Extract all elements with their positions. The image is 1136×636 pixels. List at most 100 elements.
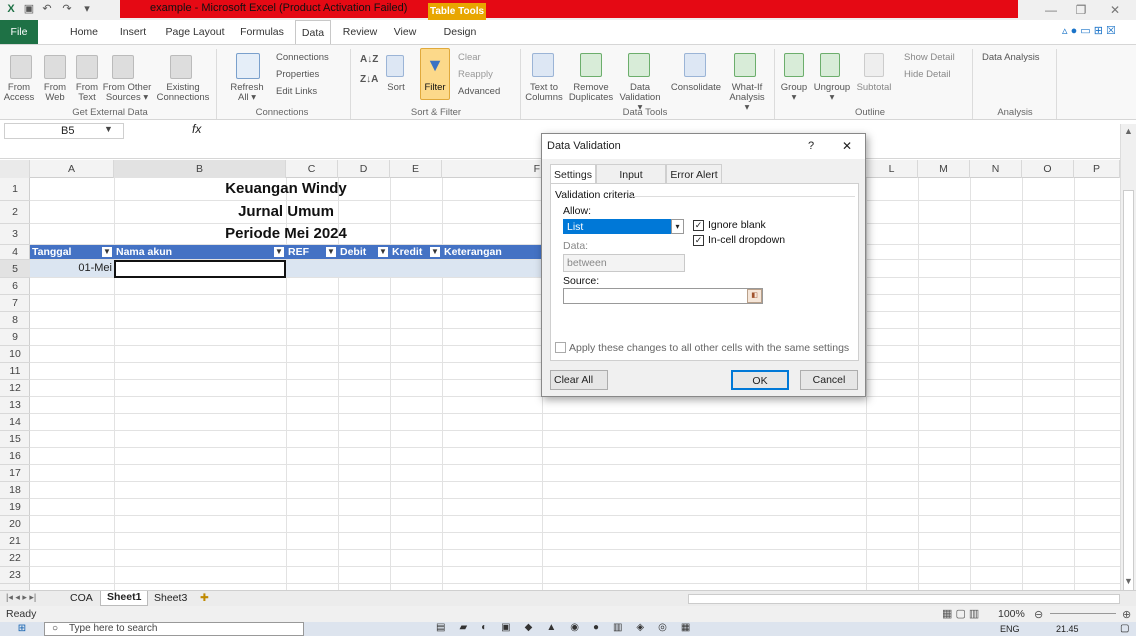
col-header-l[interactable]: L [866, 160, 918, 178]
tab-formulas[interactable]: Formulas [236, 20, 288, 44]
tab-error-alert[interactable]: Error Alert [666, 164, 722, 184]
fx-icon[interactable]: fx [192, 122, 201, 136]
row-header[interactable]: 17 [0, 465, 30, 482]
row-header[interactable]: 22 [0, 550, 30, 567]
row-header[interactable]: 8 [0, 312, 30, 329]
sort-button[interactable]: Sort [384, 83, 408, 93]
dialog-close-button[interactable]: ✕ [842, 134, 852, 159]
excel-icon[interactable]: X [4, 2, 18, 16]
row-header[interactable]: 13 [0, 397, 30, 414]
ignore-blank-checkbox[interactable]: ✓ [693, 220, 704, 231]
row-header[interactable]: 14 [0, 414, 30, 431]
minimize-button[interactable]: — [1036, 2, 1066, 18]
notifications-icon[interactable]: ▢ [1120, 622, 1129, 636]
close-button[interactable]: ✕ [1100, 2, 1130, 18]
help-button[interactable]: ? [808, 134, 814, 159]
tab-input-message[interactable]: Input Message [596, 164, 666, 201]
row-header[interactable]: 5 [0, 260, 30, 278]
ignore-blank-label[interactable]: Ignore blank [708, 219, 766, 231]
allow-select[interactable]: List [563, 219, 671, 234]
clear-all-button[interactable]: Clear All [550, 370, 608, 390]
hide-detail-button[interactable]: Hide Detail [904, 70, 950, 80]
tab-settings[interactable]: Settings [550, 164, 596, 184]
horizontal-scrollbar[interactable] [688, 594, 1120, 604]
refresh-all-button[interactable]: Refresh All ▾ [226, 83, 268, 103]
save-icon[interactable]: ▣ [22, 2, 36, 16]
select-all-corner[interactable] [0, 160, 30, 178]
row-header[interactable]: 9 [0, 329, 30, 346]
row-header[interactable]: 20 [0, 516, 30, 533]
data-analysis-button[interactable]: Data Analysis [982, 53, 1040, 63]
col-header-c[interactable]: C [286, 160, 338, 178]
source-input[interactable] [563, 288, 763, 304]
reapply-button[interactable]: Reapply [458, 70, 493, 80]
row-header[interactable]: 1 [0, 178, 30, 201]
tab-home[interactable]: Home [62, 20, 106, 44]
from-access-button[interactable]: From Access [2, 83, 36, 103]
tab-file[interactable]: File [0, 20, 38, 44]
col-header-f[interactable]: F [442, 160, 542, 178]
from-web-button[interactable]: From Web [40, 83, 70, 103]
existing-connections-button[interactable]: Existing Connections [155, 83, 211, 103]
row-header[interactable]: 21 [0, 533, 30, 550]
sort-za-icon[interactable]: Z↓A [360, 75, 378, 85]
taskbar-search-input[interactable]: Type here to search [44, 622, 304, 636]
advanced-filter-button[interactable]: Advanced [458, 87, 500, 97]
row-header[interactable]: 19 [0, 499, 30, 516]
col-header-a[interactable]: A [30, 160, 114, 178]
zoom-in-icon[interactable]: ⊕ [1122, 608, 1131, 621]
restore-button[interactable]: ❐ [1066, 2, 1096, 18]
col-header-o[interactable]: O [1022, 160, 1074, 178]
ribbon-help-icons[interactable]: ▵ ● ▭ ⊞ ☒ [1062, 24, 1132, 37]
windows-start-icon[interactable]: ⊞ [0, 622, 44, 636]
selected-cell-b5[interactable] [114, 260, 286, 278]
row-header[interactable]: 15 [0, 431, 30, 448]
row-header[interactable]: 18 [0, 482, 30, 499]
taskbar-time[interactable]: 21.45 [1056, 622, 1079, 636]
filter-dropdown-nama-akun[interactable]: ▼ [274, 247, 284, 257]
row-header[interactable]: 11 [0, 363, 30, 380]
row-header[interactable]: 10 [0, 346, 30, 363]
sort-az-icon[interactable]: A↓Z [360, 55, 378, 65]
scroll-up-icon[interactable]: ▲ [1124, 126, 1133, 136]
apply-all-label[interactable]: Apply these changes to all other cells w… [569, 342, 849, 354]
col-header-p[interactable]: P [1074, 160, 1120, 178]
view-mode-icons[interactable]: ▦ ▢ ▥ [942, 607, 979, 620]
from-text-button[interactable]: From Text [72, 83, 102, 103]
vertical-scrollbar[interactable]: ▲ ▼ [1120, 124, 1136, 620]
from-other-sources-button[interactable]: From Other Sources ▾ [102, 83, 152, 103]
filter-dropdown-tanggal[interactable]: ▼ [102, 247, 112, 257]
tab-design[interactable]: Design [438, 20, 482, 44]
range-select-icon[interactable]: ◧ [747, 289, 762, 303]
row-header[interactable]: 23 [0, 567, 30, 584]
tab-data[interactable]: Data [295, 20, 331, 44]
row-header[interactable]: 7 [0, 295, 30, 312]
filter-dropdown-ref[interactable]: ▼ [326, 247, 336, 257]
what-if-analysis-button[interactable]: What-If Analysis ▾ [726, 83, 768, 113]
tab-insert[interactable]: Insert [112, 20, 154, 44]
customize-quick-access-icon[interactable]: ▾ [80, 2, 94, 16]
redo-icon[interactable]: ↷ [60, 2, 74, 16]
row-header[interactable]: 3 [0, 224, 30, 245]
properties-button[interactable]: Properties [276, 70, 319, 80]
ungroup-button[interactable]: Ungroup ▾ [812, 83, 852, 103]
edit-links-button[interactable]: Edit Links [276, 87, 317, 97]
incell-dropdown-label[interactable]: In-cell dropdown [708, 234, 785, 246]
col-header-e[interactable]: E [390, 160, 442, 178]
clear-filter-button[interactable]: Clear [458, 53, 481, 63]
sheet-nav-icons[interactable]: |◂ ◂ ▸ ▸| [6, 592, 36, 603]
row-header[interactable]: 2 [0, 201, 30, 224]
taskbar-app-icons[interactable]: ▤▰◐▣◆▲◉●▥◈◎▦ [436, 622, 704, 633]
col-header-m[interactable]: M [918, 160, 970, 178]
input-language[interactable]: ENG [1000, 622, 1020, 636]
group-button[interactable]: Group ▾ [778, 83, 810, 103]
tab-view[interactable]: View [388, 20, 422, 44]
tab-page-layout[interactable]: Page Layout [160, 20, 230, 44]
filter-button[interactable]: Filter [420, 83, 450, 93]
ok-button[interactable]: OK [731, 370, 789, 390]
undo-icon[interactable]: ↶ [40, 2, 54, 16]
incell-dropdown-checkbox[interactable]: ✓ [693, 235, 704, 246]
zoom-out-icon[interactable]: ⊖ [1034, 608, 1043, 621]
col-header-b[interactable]: B [114, 160, 286, 178]
consolidate-button[interactable]: Consolidate [668, 83, 724, 93]
